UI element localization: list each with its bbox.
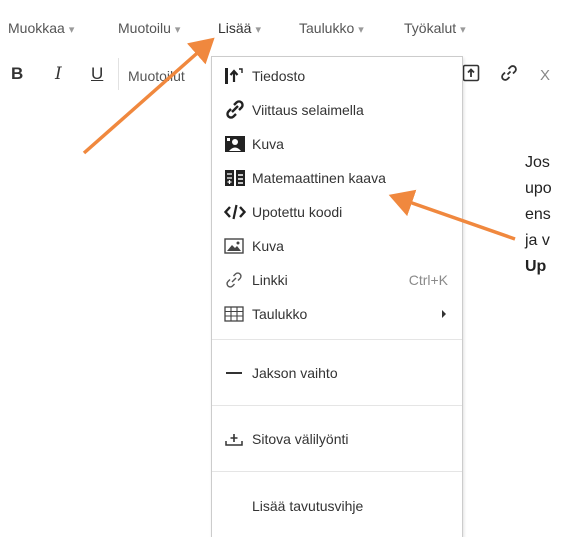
formats-dropdown[interactable]: Muotoilut [128, 66, 185, 86]
menu-item-label: Jakson vaihto [252, 365, 338, 381]
menu-lisaa[interactable]: Lisää ▾ [218, 20, 261, 36]
formula-icon [224, 168, 252, 188]
toolbar-divider [118, 58, 119, 90]
menu-item-kuva[interactable]: Kuva [212, 127, 462, 161]
menu-label: Muotoilu [118, 20, 171, 36]
menu-item-sitova-valilyonti[interactable]: Sitova välilyönti [212, 422, 462, 456]
menu-item-tiedosto[interactable]: Tiedosto [212, 59, 462, 93]
menu-label: Lisää [218, 20, 252, 36]
menu-item-label: Taulukko [252, 306, 308, 322]
menu-item-label: Viittaus selaimella [252, 102, 364, 118]
underline-button[interactable]: U [91, 64, 103, 84]
image-portrait-icon [224, 134, 252, 154]
chevron-down-icon: ▾ [68, 24, 75, 36]
file-insert-icon[interactable] [462, 64, 480, 87]
instruction-line: upo [525, 180, 552, 197]
menu-divider [212, 405, 462, 406]
menu-item-label: Matemaattinen kaava [252, 170, 386, 186]
no-icon [224, 496, 252, 516]
menu-divider [212, 471, 462, 472]
code-icon [224, 202, 252, 222]
bold-button[interactable]: B [11, 64, 23, 84]
menu-item-upotettu-koodi[interactable]: Upotettu koodi [212, 195, 462, 229]
menu-item-linkki[interactable]: Linkki Ctrl+K [212, 263, 462, 297]
menu-item-label: Sitova välilyönti [252, 431, 349, 447]
menu-item-label: Upotettu koodi [252, 204, 343, 220]
instruction-line: Up [525, 258, 547, 275]
chevron-down-icon: ▾ [255, 24, 261, 36]
link-chain-icon [224, 100, 252, 120]
menu-tyokalut[interactable]: Työkalut ▾ [404, 20, 466, 36]
menu-label: Muokkaa [8, 20, 65, 36]
picture-icon [224, 236, 252, 256]
instruction-line: ens [525, 206, 551, 223]
menu-muokkaa[interactable]: Muokkaa ▾ [8, 20, 74, 36]
menu-label: Taulukko [299, 20, 355, 36]
menu-muotoilu[interactable]: Muotoilu ▾ [118, 20, 180, 36]
menu-item-label: Tiedosto [252, 68, 306, 84]
menu-item-label: Kuva [252, 238, 284, 254]
menu-item-label: Kuva [252, 136, 284, 152]
nonbreaking-space-icon [224, 429, 252, 449]
menubar: Muokkaa ▾ Muotoilu ▾ Lisää ▾ Taulukko ▾ Työk… [0, 0, 565, 48]
menu-item-viittaus-selaimella[interactable]: Viittaus selaimella [212, 93, 462, 127]
table-icon [224, 304, 252, 324]
file-upload-icon [224, 66, 252, 86]
link-icon [224, 270, 252, 290]
menu-taulukko[interactable]: Taulukko ▾ [299, 20, 364, 36]
menu-label: Työkalut [404, 20, 457, 36]
menu-item-kuva-2[interactable]: Kuva [212, 229, 462, 263]
instruction-text: Jos upo ens ja v Up [525, 150, 552, 280]
italic-button[interactable]: I [55, 64, 62, 84]
chevron-down-icon: ▾ [460, 24, 466, 36]
instruction-line: ja v [525, 232, 550, 249]
instruction-line: Jos [525, 154, 550, 171]
clear-formatting-button[interactable]: X [540, 66, 550, 86]
menu-item-taulukko[interactable]: Taulukko [212, 297, 462, 331]
chevron-down-icon: ▾ [358, 24, 364, 36]
menu-item-label: Lisää tavutusvihje [252, 498, 364, 514]
menu-divider [212, 339, 462, 340]
insert-menu-dropdown: Tiedosto Viittaus selaimella Kuva Matema… [211, 56, 463, 537]
link-icon[interactable] [500, 64, 518, 87]
menu-item-lisaa-tavutusvihje[interactable]: Lisää tavutusvihje [212, 489, 462, 523]
chevron-down-icon: ▾ [174, 24, 181, 36]
menu-item-jakson-vaihto[interactable]: Jakson vaihto [212, 356, 462, 390]
horizontal-rule-icon [224, 363, 252, 383]
submenu-arrow-icon [442, 310, 446, 318]
keyboard-shortcut: Ctrl+K [408, 272, 448, 288]
menu-item-matemaattinen-kaava[interactable]: Matemaattinen kaava [212, 161, 462, 195]
menu-item-label: Linkki [252, 272, 288, 288]
